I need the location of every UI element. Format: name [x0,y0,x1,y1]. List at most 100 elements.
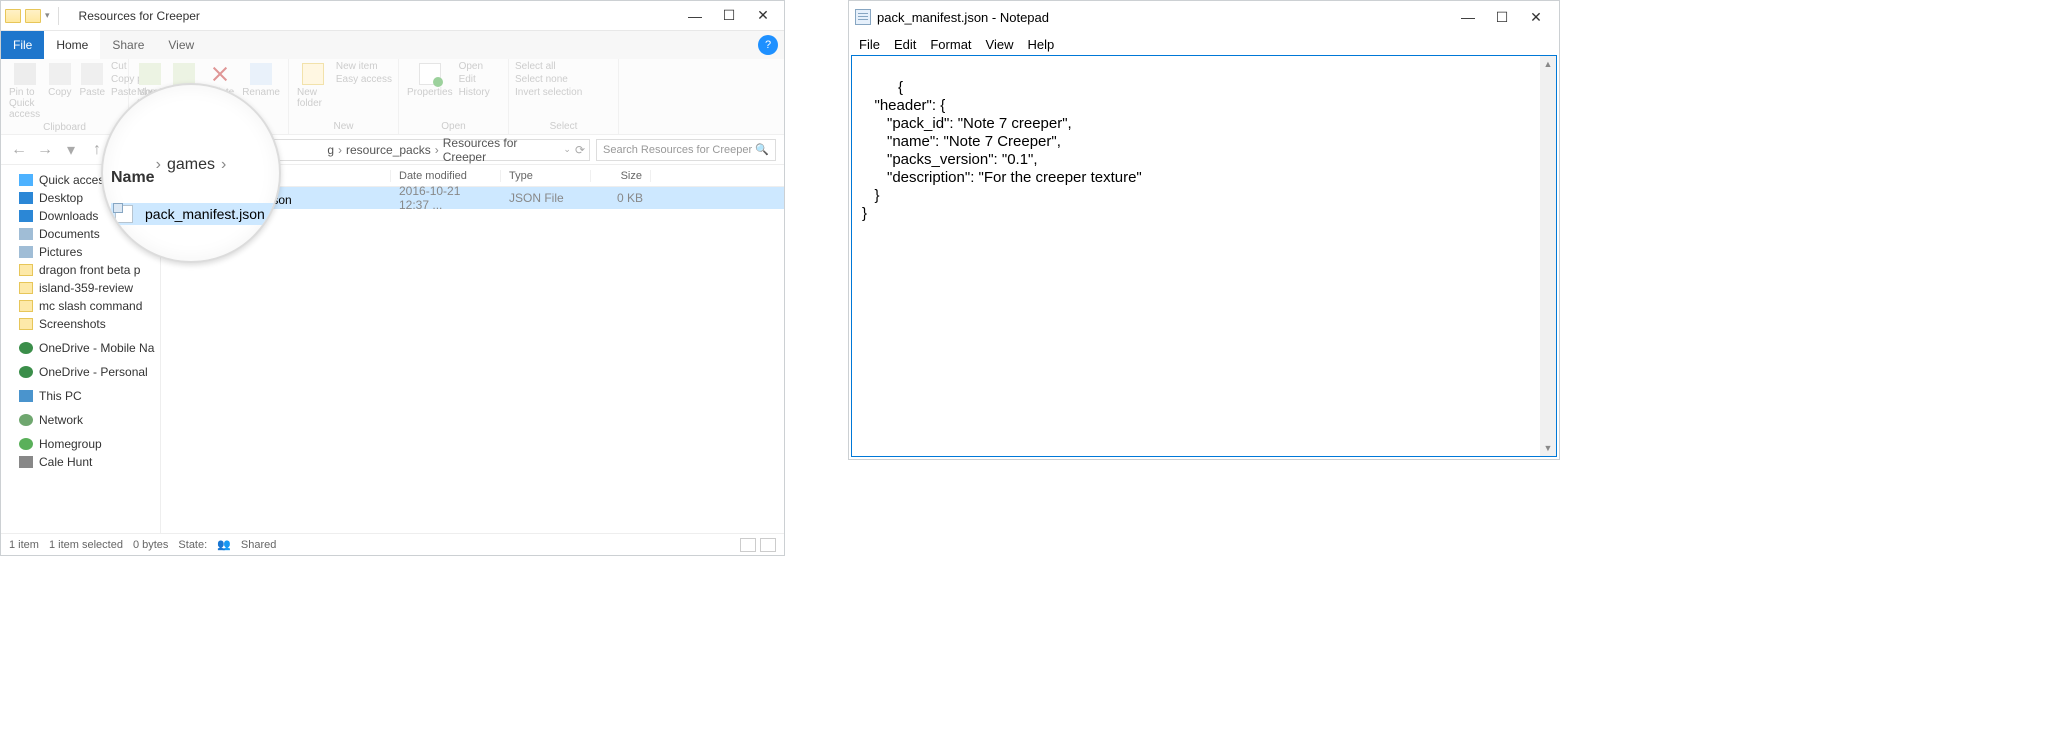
menu-view[interactable]: View [986,37,1014,52]
column-date[interactable]: Date modified [391,170,501,182]
invert-selection-button[interactable]: Invert selection [515,87,582,98]
scroll-down-icon[interactable]: ▼ [1540,440,1556,456]
menu-file[interactable]: File [859,37,880,52]
pin-to-quick-access-button[interactable]: Pin to Quick access [7,61,42,122]
magnifier-lens: › games › Name pack_manifest.json [101,83,281,263]
edit-button[interactable]: Edit [459,74,490,85]
tab-share[interactable]: Share [100,31,156,59]
sidebar-item-homegroup[interactable]: Homegroup [1,435,160,453]
maximize-button[interactable]: ☐ [1485,3,1519,31]
chevron-right-icon: › [221,156,226,174]
history-button[interactable]: History [459,87,490,98]
new-folder-button[interactable]: New folder [295,61,332,111]
thumbnails-view-button[interactable] [760,538,776,552]
window-title: Resources for Creeper [79,9,200,23]
recent-locations-button[interactable]: ▾ [61,140,81,160]
details-view-button[interactable] [740,538,756,552]
shared-icon: 👥 [217,538,231,551]
close-button[interactable]: ✕ [746,2,780,30]
breadcrumb-segment[interactable]: g [327,143,334,157]
separator [58,7,59,25]
lens-column-header: Name [111,169,155,187]
group-label: Open [405,121,502,132]
column-size[interactable]: Size [591,170,651,182]
breadcrumb-segment[interactable]: resource_packs [346,143,431,157]
group-label: New [295,121,392,132]
pin-icon [14,63,36,85]
search-input[interactable]: Search Resources for Creeper 🔍 [596,139,776,161]
status-state-label: State: [178,539,207,551]
address-dropdown-icon[interactable]: ⌄ [563,144,571,155]
vertical-scrollbar[interactable]: ▲ ▼ [1540,56,1556,456]
minimize-button[interactable]: — [1451,3,1485,31]
easy-access-button[interactable]: Easy access [336,74,392,85]
copy-to-icon [173,63,195,85]
tab-file[interactable]: File [1,31,44,59]
folder-icon [5,9,21,23]
column-type[interactable]: Type [501,170,591,182]
downloads-icon [19,210,33,222]
menu-edit[interactable]: Edit [894,37,916,52]
documents-icon [19,228,33,240]
sidebar-item-folder[interactable]: dragon front beta p [1,261,160,279]
file-type-cell: JSON File [501,191,591,205]
folder-icon [25,9,41,23]
notepad-titlebar: pack_manifest.json - Notepad — ☐ ✕ [849,1,1559,33]
sidebar-item-folder[interactable]: mc slash command [1,297,160,315]
select-all-button[interactable]: Select all [515,61,582,72]
star-icon [19,174,33,186]
notepad-content: { "header": { "pack_id": "Note 7 creeper… [862,79,1142,222]
sidebar-item-user[interactable]: Cale Hunt [1,453,160,471]
tab-home[interactable]: Home [44,31,100,59]
notepad-icon [855,9,871,25]
ribbon-tabs: File Home Share View ? [1,31,784,59]
select-none-button[interactable]: Select none [515,74,582,85]
pc-icon [19,390,33,402]
new-item-button[interactable]: New item [336,61,392,72]
window-controls: — ☐ ✕ [1451,3,1553,31]
onedrive-icon [19,342,33,354]
forward-button[interactable]: → [35,140,55,160]
copy-button[interactable]: Copy [46,61,73,100]
desktop-icon [19,192,33,204]
sidebar-item-folder[interactable]: Screenshots [1,315,160,333]
ribbon-group-open: Properties Open Edit History Open [399,59,509,134]
close-button[interactable]: ✕ [1519,3,1553,31]
qat-dropdown-icon[interactable]: ▾ [45,10,50,21]
notepad-window: pack_manifest.json - Notepad — ☐ ✕ File … [848,0,1560,460]
quick-access-toolbar: ▾ [5,7,63,25]
scroll-up-icon[interactable]: ▲ [1540,56,1556,72]
notepad-menu-bar: File Edit Format View Help [849,33,1559,55]
sidebar-item-network[interactable]: Network [1,411,160,429]
sidebar-item-onedrive[interactable]: OneDrive - Personal [1,363,160,381]
lens-file-row: pack_manifest.json [111,203,275,225]
paste-icon [81,63,103,85]
status-bar: 1 item 1 item selected 0 bytes State: 👥 … [1,533,784,555]
file-date-cell: 2016-10-21 12:37 ... [391,184,501,212]
maximize-button[interactable]: ☐ [712,2,746,30]
rename-icon [250,63,272,85]
copy-icon [49,63,71,85]
menu-help[interactable]: Help [1027,37,1054,52]
tab-view[interactable]: View [156,31,206,59]
notepad-text-area[interactable]: { "header": { "pack_id": "Note 7 creeper… [851,55,1557,457]
explorer-titlebar: ▾ Resources for Creeper — ☐ ✕ [1,1,784,31]
properties-button[interactable]: Properties [405,61,455,100]
help-icon[interactable]: ? [758,35,778,55]
status-item-count: 1 item [9,539,39,551]
minimize-button[interactable]: — [678,2,712,30]
delete-icon [209,63,231,85]
sidebar-item-folder[interactable]: island-359-review [1,279,160,297]
status-selected: 1 item selected [49,539,123,551]
sidebar-item-onedrive[interactable]: OneDrive - Mobile Na [1,339,160,357]
open-button[interactable]: Open [459,61,490,72]
back-button[interactable]: ← [9,140,29,160]
refresh-icon[interactable]: ⟳ [575,143,585,157]
status-bytes: 0 bytes [133,539,168,551]
breadcrumb-segment[interactable]: Resources for Creeper [443,136,560,164]
group-label: Select [515,121,612,132]
folder-icon [19,300,33,312]
folder-icon [19,318,33,330]
menu-format[interactable]: Format [930,37,971,52]
sidebar-item-this-pc[interactable]: This PC [1,387,160,405]
